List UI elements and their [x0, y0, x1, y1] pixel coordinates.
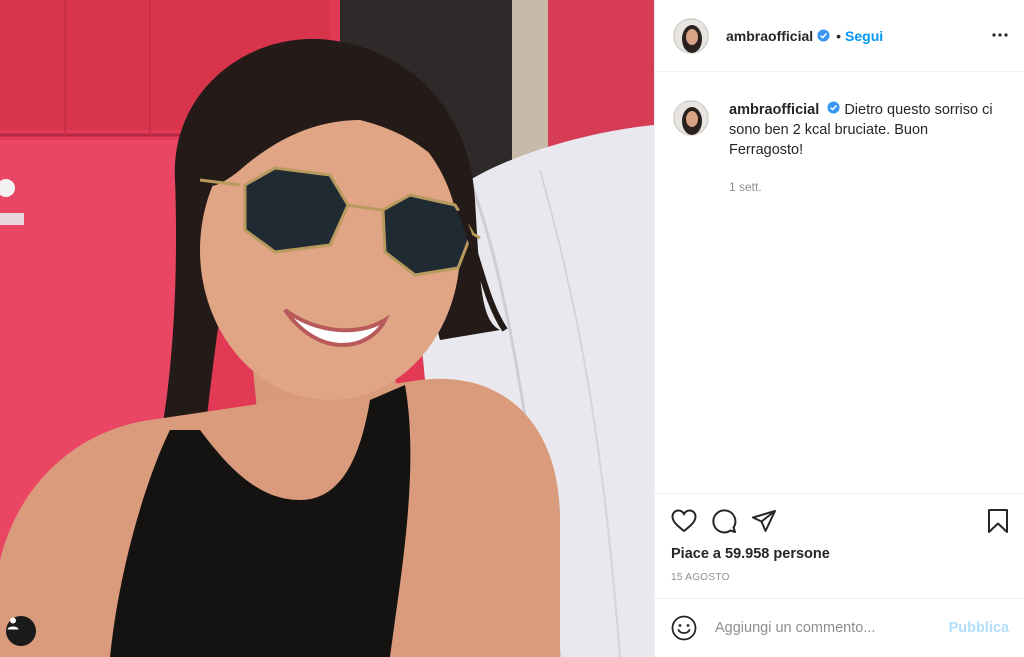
post-header: ambraofficial • Segui — [655, 0, 1024, 72]
separator-dot: • — [836, 27, 842, 44]
person-icon — [7, 617, 19, 630]
verified-badge-icon — [827, 101, 840, 114]
caption-body: ambraofficial Dietro questo sorriso ci s… — [729, 100, 999, 197]
likes-count[interactable]: Piace a 59.958 persone — [671, 546, 1009, 562]
avatar[interactable] — [673, 17, 709, 54]
selfie-image — [0, 0, 654, 657]
post-actions: Piace a 59.958 persone 15 agosto — [655, 493, 1024, 598]
avatar-image — [674, 101, 708, 135]
verified-badge-icon — [817, 29, 830, 42]
post-photo[interactable] — [0, 0, 654, 657]
caption-time[interactable]: 1 sett. — [729, 177, 999, 197]
more-options-icon[interactable] — [991, 26, 1009, 49]
post-date[interactable]: 15 agosto — [671, 572, 1009, 583]
share-icon[interactable] — [751, 509, 777, 533]
avatar-image — [674, 18, 708, 53]
comment-bar: Pubblica — [655, 598, 1024, 657]
post-side-panel: ambraofficial • Segui ambraofficial Diet… — [654, 0, 1024, 657]
comment-input[interactable] — [715, 620, 925, 636]
caption-area: ambraofficial Dietro questo sorriso ci s… — [655, 72, 1024, 492]
follow-button[interactable]: Segui — [845, 28, 883, 44]
caption-username[interactable]: ambraofficial — [729, 102, 819, 118]
emoji-icon[interactable] — [671, 615, 697, 641]
caption-row: ambraofficial Dietro questo sorriso ci s… — [673, 100, 1007, 197]
action-icon-row — [671, 506, 1009, 536]
publish-button[interactable]: Pubblica — [949, 620, 1009, 636]
user-tag-button[interactable] — [6, 616, 36, 646]
header-username[interactable]: ambraofficial — [726, 28, 813, 44]
bookmark-icon[interactable] — [987, 508, 1009, 534]
comment-icon[interactable] — [711, 508, 737, 534]
caption-avatar[interactable] — [673, 100, 709, 136]
heart-icon[interactable] — [671, 509, 697, 533]
